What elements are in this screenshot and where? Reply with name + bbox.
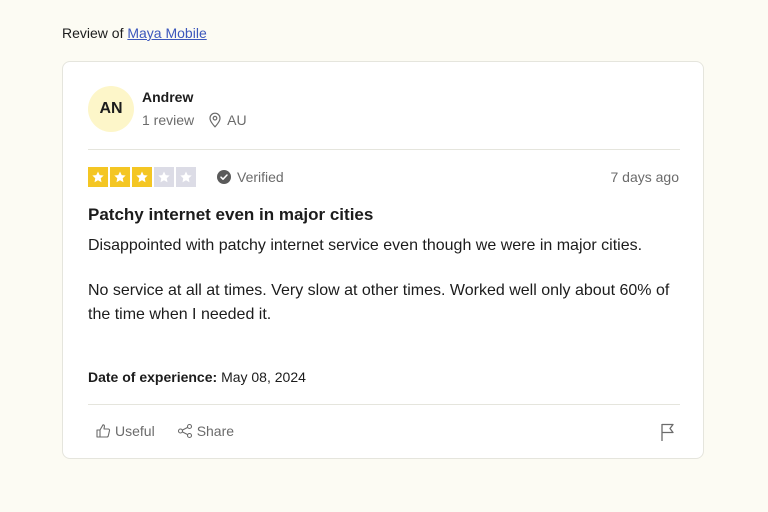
avatar-initials: AN [99, 100, 123, 117]
thumbs-up-icon [96, 424, 111, 438]
divider [88, 149, 680, 150]
useful-button[interactable]: Useful [95, 423, 155, 439]
experience-date: May 08, 2024 [221, 369, 306, 385]
report-flag-button[interactable] [659, 422, 677, 447]
useful-label: Useful [115, 423, 155, 439]
star-filled-icon [110, 167, 130, 187]
review-count: 1 review [142, 112, 195, 128]
review-of-prefix: Review of [62, 25, 124, 41]
review-date: 7 days ago [610, 169, 680, 185]
share-button[interactable]: Share [177, 423, 234, 439]
reviewer-location: AU [208, 112, 247, 128]
verified-check-icon [217, 170, 231, 184]
reviewer-country: AU [227, 112, 247, 128]
company-link[interactable]: Maya Mobile [127, 25, 206, 41]
review-of-line: Review of Maya Mobile [62, 25, 207, 41]
share-label: Share [196, 423, 235, 439]
review-actions: Useful Share [95, 423, 256, 439]
divider [88, 404, 680, 405]
star-filled-icon [88, 167, 108, 187]
experience-label: Date of experience: [88, 369, 218, 385]
flag-icon [661, 423, 674, 441]
review-paragraph: Disappointed with patchy internet servic… [88, 237, 643, 254]
star-rating [88, 167, 196, 187]
review-paragraph: No service at all at times. Very slow at… [88, 282, 670, 323]
location-pin-icon [209, 112, 221, 128]
review-body: Disappointed with patchy internet servic… [88, 234, 678, 348]
date-of-experience: Date of experience: May 08, 2024 [88, 369, 306, 385]
verified-badge[interactable]: Verified [217, 169, 284, 185]
share-icon [177, 423, 192, 439]
reviewer-name[interactable]: Andrew [142, 89, 193, 105]
star-empty-icon [154, 167, 174, 187]
reviewer-meta: 1 review AU [142, 112, 247, 128]
star-empty-icon [176, 167, 196, 187]
verified-label: Verified [237, 169, 284, 185]
review-title[interactable]: Patchy internet even in major cities [88, 205, 373, 225]
review-card: AN Andrew 1 review AU Verified 7 days ag… [62, 61, 704, 459]
star-filled-icon [132, 167, 152, 187]
avatar[interactable]: AN [88, 86, 134, 132]
